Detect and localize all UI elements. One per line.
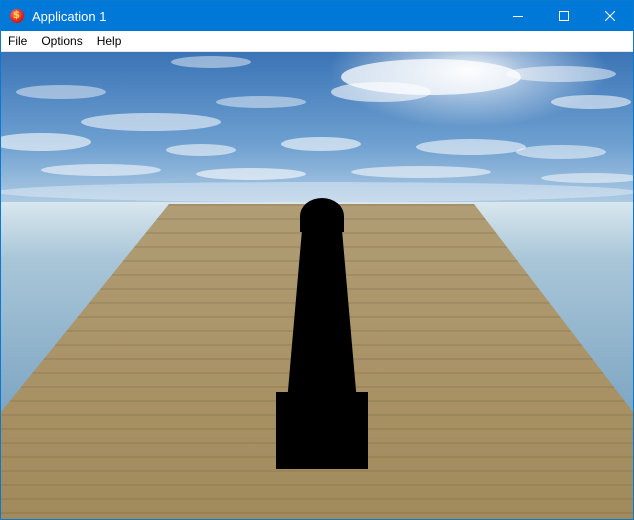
minimize-icon	[513, 16, 523, 17]
app-icon[interactable]: $	[10, 9, 24, 23]
minimize-button[interactable]	[495, 1, 541, 31]
window-title: Application 1	[32, 8, 107, 24]
close-icon	[605, 11, 615, 21]
3d-viewport[interactable]	[1, 52, 633, 519]
menu-options[interactable]: Options	[34, 31, 89, 51]
maximize-icon	[559, 11, 569, 21]
scene-canvas	[1, 52, 633, 519]
window-controls	[495, 1, 633, 31]
menu-file[interactable]: File	[1, 31, 34, 51]
application-window: $ Application 1 File Options Help	[0, 0, 634, 520]
menu-help[interactable]: Help	[90, 31, 129, 51]
maximize-button[interactable]	[541, 1, 587, 31]
title-bar[interactable]: $ Application 1	[1, 1, 633, 31]
close-button[interactable]	[587, 1, 633, 31]
menu-bar: File Options Help	[1, 31, 633, 52]
